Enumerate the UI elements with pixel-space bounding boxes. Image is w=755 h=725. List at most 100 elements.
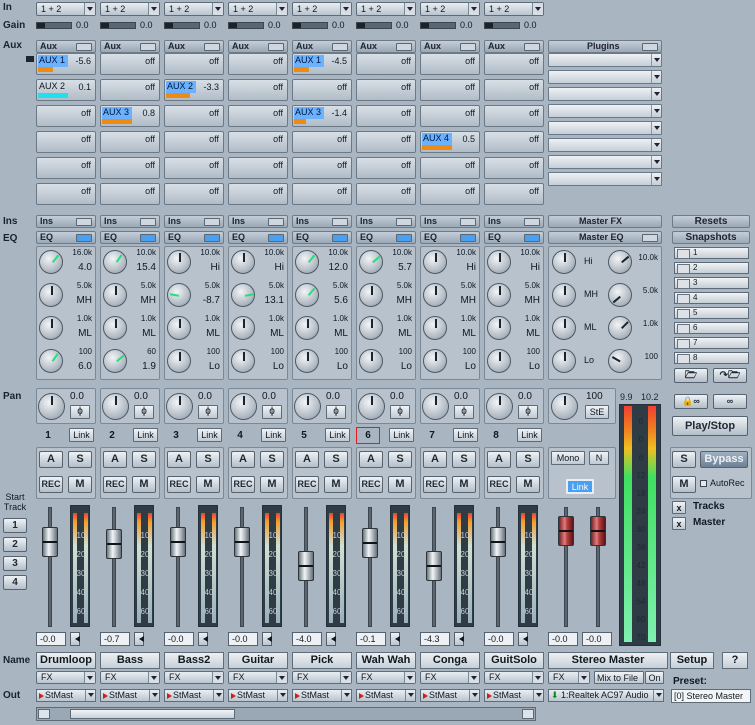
eq-knob[interactable] [39, 250, 63, 274]
aux-send-slot[interactable]: AUX 4 0.5 [420, 131, 480, 153]
fx-select[interactable]: FX [484, 671, 544, 684]
channel-name[interactable]: Bass2 [164, 652, 224, 669]
eq-toggle[interactable] [524, 234, 540, 242]
gain-control[interactable]: 0.0 [100, 20, 160, 31]
fx-select[interactable]: FX [36, 671, 96, 684]
link-button[interactable]: Link [197, 428, 222, 442]
master-output-select[interactable]: ⬇ 1:Realtek AC97 Audio [548, 689, 664, 702]
link-button[interactable]: Link [69, 428, 94, 442]
aux-send-slot[interactable]: off [484, 105, 544, 127]
eq-knob[interactable] [359, 250, 383, 274]
start-track-button-4[interactable]: 4 [3, 575, 27, 590]
mute-button[interactable]: M [324, 476, 348, 493]
master-eq-knob-right[interactable] [608, 250, 632, 274]
ins-toggle[interactable] [76, 218, 92, 226]
master-eq-knob-left[interactable] [552, 316, 576, 340]
channel-name[interactable]: Wah Wah [356, 652, 416, 669]
output-select[interactable]: StMast [164, 689, 224, 702]
eq-knob[interactable] [423, 316, 447, 340]
aux-send-slot[interactable]: off [228, 105, 288, 127]
channel-name[interactable]: Pick [292, 652, 352, 669]
plugin-slot[interactable] [548, 138, 662, 152]
input-select[interactable]: 1 + 2 [164, 2, 224, 16]
mute-button[interactable]: M [388, 476, 412, 493]
aux-send-slot[interactable]: off [100, 53, 160, 75]
aux-toggle[interactable] [76, 43, 92, 51]
rec-button[interactable]: REC [103, 476, 127, 493]
snapshot-slot-8[interactable]: 8 [674, 352, 749, 364]
eq-knob[interactable] [423, 283, 447, 307]
volume-fader[interactable] [490, 526, 506, 557]
ins-toggle[interactable] [140, 218, 156, 226]
output-select[interactable]: StMast [356, 689, 416, 702]
snapshot-slot-3[interactable]: 3 [674, 277, 749, 289]
fx-select[interactable]: FX [228, 671, 288, 684]
snapshot-slot-2[interactable]: 2 [674, 262, 749, 274]
input-select[interactable]: 1 + 2 [228, 2, 288, 16]
mute-button[interactable]: M [68, 476, 92, 493]
aux-send-slot[interactable]: off [484, 183, 544, 205]
stereo-mode-button[interactable]: StE [585, 405, 609, 419]
master-mute-button[interactable]: M [672, 476, 696, 493]
aux-send-slot[interactable]: off [36, 157, 96, 179]
input-select[interactable]: 1 + 2 [484, 2, 544, 16]
mono-button[interactable]: Mono [551, 451, 585, 465]
aux-send-slot[interactable]: AUX 2 0.1 [36, 79, 96, 101]
eq-toggle[interactable] [460, 234, 476, 242]
link-button[interactable]: Link [453, 428, 478, 442]
a-button[interactable]: A [359, 451, 383, 468]
eq-toggle[interactable] [268, 234, 284, 242]
master-eq-knob-right[interactable] [608, 349, 632, 373]
aux-send-slot[interactable]: off [228, 53, 288, 75]
aux-send-slot[interactable]: off [420, 157, 480, 179]
aux-send-slot[interactable]: off [356, 131, 416, 153]
pan-knob[interactable] [422, 393, 449, 420]
solo-button[interactable]: S [324, 451, 348, 468]
eq-knob[interactable] [39, 349, 63, 373]
input-select[interactable]: 1 + 2 [292, 2, 352, 16]
gain-control[interactable]: 0.0 [356, 20, 416, 31]
aux-send-slot[interactable]: off [164, 105, 224, 127]
mute-button[interactable]: M [452, 476, 476, 493]
ins-toggle[interactable] [460, 218, 476, 226]
eq-knob[interactable] [295, 283, 319, 307]
ins-toggle[interactable] [332, 218, 348, 226]
eq-knob[interactable] [39, 283, 63, 307]
channel-name[interactable]: Bass [100, 652, 160, 669]
start-track-button-3[interactable]: 3 [3, 556, 27, 571]
aux-send-slot[interactable]: off [292, 183, 352, 205]
eq-toggle[interactable] [332, 234, 348, 242]
master-solo-button[interactable]: S [672, 451, 696, 468]
aux-send-slot[interactable]: off [36, 183, 96, 205]
aux-send-slot[interactable]: off [356, 79, 416, 101]
gain-control[interactable]: 0.0 [36, 20, 96, 31]
aux-send-slot[interactable]: off [100, 79, 160, 101]
master-fx-select[interactable]: FX [548, 671, 590, 684]
aux-send-slot[interactable]: off [292, 157, 352, 179]
plugin-slot[interactable] [548, 87, 662, 101]
bypass-button[interactable]: Bypass [700, 451, 748, 468]
rec-button[interactable]: REC [167, 476, 191, 493]
master-close-button[interactable]: x [672, 517, 686, 530]
aux-send-slot[interactable]: AUX 3 -1.4 [292, 105, 352, 127]
meter-reset-icon[interactable] [390, 632, 400, 646]
master-eq-knob-right[interactable] [608, 283, 632, 307]
mute-button[interactable]: M [132, 476, 156, 493]
aux-send-slot[interactable]: off [484, 79, 544, 101]
phase-button[interactable]: ϕ [134, 405, 154, 419]
link-button[interactable]: Link [325, 428, 350, 442]
aux-send-slot[interactable]: AUX 1 -5.6 [36, 53, 96, 75]
output-select[interactable]: StMast [100, 689, 160, 702]
gain-control[interactable]: 0.0 [484, 20, 544, 31]
link-button[interactable]: Link [261, 428, 286, 442]
meter-reset-icon[interactable] [454, 632, 464, 646]
eq-knob[interactable] [231, 283, 255, 307]
aux-send-slot[interactable]: off [356, 157, 416, 179]
phase-button[interactable]: ϕ [198, 405, 218, 419]
a-button[interactable]: A [295, 451, 319, 468]
help-button[interactable]: ? [722, 652, 748, 669]
master-eq-toggle[interactable] [642, 234, 658, 242]
aux-send-slot[interactable]: off [292, 131, 352, 153]
phase-button[interactable]: ϕ [70, 405, 90, 419]
fx-select[interactable]: FX [292, 671, 352, 684]
